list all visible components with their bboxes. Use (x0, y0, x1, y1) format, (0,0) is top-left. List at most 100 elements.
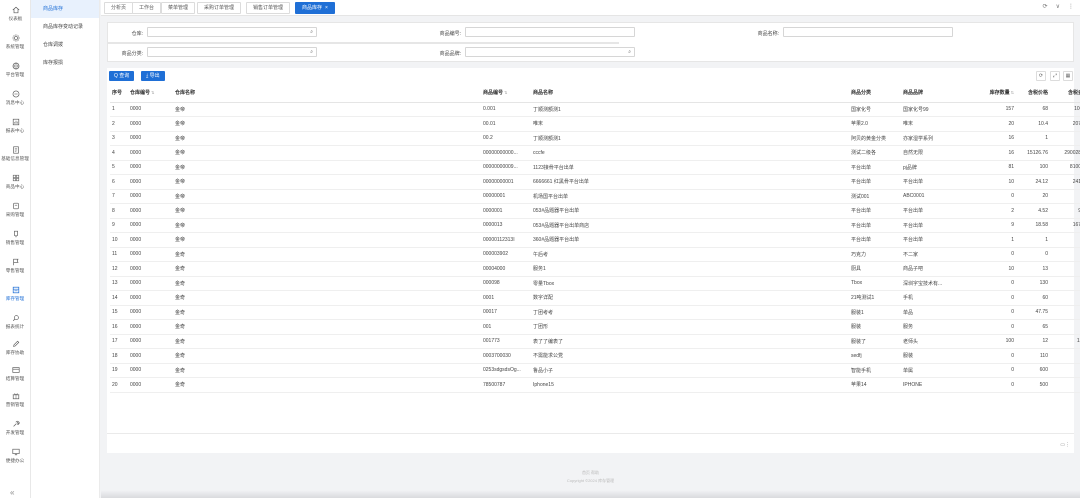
table-cell: 服务 (901, 319, 977, 335)
sort-icon[interactable]: ⇅ (1011, 90, 1014, 95)
table-row[interactable]: 10000金帝0.001丁顺测额测1国家化号国家化号991576810676 (110, 102, 1080, 117)
table-row[interactable]: 130000金奇000098零量TboxTbox深圳字宝技术有...01300 (110, 276, 1080, 291)
search-button[interactable]: Q 查询 (109, 71, 135, 81)
nav-item-system[interactable]: 系统管理 (0, 34, 31, 58)
goods-code-input[interactable] (465, 27, 635, 37)
sort-icon[interactable]: ⇅ (504, 90, 507, 95)
nav-item-retail[interactable]: 零售管理 (0, 258, 31, 282)
more-icon[interactable]: ⋮ (1068, 3, 1074, 10)
export-button[interactable]: ⤓ 导出 (141, 71, 165, 81)
submenu-item[interactable]: 仓库调拨 (31, 36, 99, 54)
nav-item-stock[interactable]: 库存管理 (0, 286, 31, 310)
table-row[interactable]: 110000金奇000003902午后考巧克力不二家000 (110, 247, 1080, 262)
table-row[interactable]: 140000金奇0001数字详配21吨测试1手机0600 (110, 290, 1080, 306)
category-input[interactable]: ⌕ (147, 47, 317, 57)
bag-icon (13, 230, 18, 238)
column-header[interactable]: 库存数量⇅ (977, 84, 1017, 103)
columns-icon[interactable]: ▦ (1063, 71, 1073, 81)
nav-item-goods[interactable]: 商品中心 (0, 174, 31, 198)
table-cell: 290028.16 (1051, 145, 1080, 161)
search-icon[interactable]: ⌕ (310, 49, 313, 55)
close-icon[interactable]: × (325, 5, 328, 11)
table-cell: 00.2 (481, 131, 531, 146)
nav-item-basedata[interactable]: 基础信息管理 (0, 146, 31, 170)
refresh-icon[interactable]: ⟳ (1043, 3, 1048, 10)
table-row[interactable]: 170000金奇001773表了了编表了服装了老师头100121200 (110, 334, 1080, 349)
table-cell: 20 (110, 377, 128, 393)
submenu-item[interactable]: 库存报损 (31, 54, 99, 72)
nav-item-report[interactable]: 报表统计 (0, 314, 31, 338)
brand-input[interactable]: ⌕ (465, 47, 635, 57)
table-cell: 金帝 (173, 131, 481, 146)
table-cell: 金奇 (173, 290, 481, 306)
nav-item-dataviz[interactable]: 报表中心 (0, 118, 31, 142)
footer-links[interactable]: 首页 帮助 (101, 470, 1080, 476)
table-row[interactable]: 80000金帝0000001053#品题器平台出单平台出单平台出单24.529.… (110, 203, 1080, 219)
submenu-item[interactable]: 商品库存变动记录 (31, 18, 99, 36)
table-row[interactable]: 5 0000 金帝 00000000009... 1123接骨平台出单 平台出单 pj品牌 8… (110, 160, 1080, 175)
nav-item-platform[interactable]: 平台管理 (0, 62, 31, 86)
column-header-label: 商品名称 (533, 90, 554, 97)
nav-item-sales[interactable]: 销售管理 (0, 230, 31, 254)
goods-name-input[interactable] (783, 27, 953, 37)
table-row[interactable]: 20000金帝00.01唯末苹果2.0唯末2010.4207.90 (110, 116, 1080, 132)
table-row[interactable]: 180000金奇0003700030不需能求公党sedfj服装01100 (110, 348, 1080, 364)
table-cell: 1 (1017, 131, 1051, 146)
table-row[interactable]: 10 0000 金帝 00000112313I 360#品题器平台出单 平台出单 平台出单 1… (110, 232, 1080, 248)
table-cell: 商品子吧 (901, 261, 977, 277)
nav-item-promo[interactable]: 营销管理 (0, 392, 31, 416)
table-cell: 14 (110, 290, 128, 306)
table-cell: 130 (1017, 276, 1051, 291)
nav-item-finance[interactable]: 库存协助 (0, 340, 31, 364)
table-cell: 130 (1051, 261, 1080, 277)
table-row[interactable]: 200000金奇78500787Iphone15苹果14IPHONE05000 (110, 377, 1080, 393)
tab-item[interactable]: 分析页 (104, 2, 134, 14)
table-cell: 金奇 (173, 363, 481, 378)
search-icon[interactable]: ⌕ (310, 29, 313, 35)
refresh-icon[interactable]: ⟳ (1036, 71, 1046, 81)
nav-item-settle[interactable]: 结算管理 (0, 366, 31, 390)
tab-item[interactable]: 销售订单管理 (246, 2, 291, 14)
table-cell: 单属 (901, 363, 977, 378)
nav-item-purchase[interactable]: 采购管理 (0, 202, 31, 226)
column-header[interactable]: 商品编号⇅ (481, 84, 531, 103)
chevron-down-icon[interactable]: ∨ (1056, 3, 1060, 10)
table-cell: 16 (1051, 131, 1080, 146)
table-row[interactable]: 6 0000 金帝 00000000001 6666661 红黑骨平台出单 平台出单 平台出… (110, 174, 1080, 190)
table-row[interactable]: 120000金奇00004000服务1厨具商品子吧1013130 (110, 261, 1080, 277)
table-cell: 10676 (1051, 102, 1080, 117)
table-row[interactable]: 150000金奇00017丁团考考服装1单品047.750 (110, 305, 1080, 320)
table-cell: 金帝 (173, 189, 481, 204)
warehouse-input[interactable]: ⌕ (147, 27, 317, 37)
card-icon (11, 367, 20, 373)
nav-item-message[interactable]: 消息中心 (0, 90, 31, 114)
nav-item-dashboard[interactable]: 仪表板 (0, 6, 31, 30)
nav-item-label: 便捷办公 (6, 458, 25, 464)
summary-icon[interactable]: ▭⋮ (1060, 442, 1070, 448)
nav-item-dev[interactable]: 开发管理 (0, 420, 31, 444)
table-cell: 0 (977, 305, 1017, 320)
search-icon[interactable]: ⌕ (628, 49, 631, 55)
column-header-label: 序号 (112, 90, 123, 97)
fullscreen-icon[interactable]: ⤢ (1050, 71, 1060, 81)
table-cell: 金奇 (173, 276, 481, 291)
table-cell: 2 (977, 203, 1017, 219)
nav-item-office[interactable]: 便捷办公 (0, 448, 31, 472)
table-cell: 0 (1051, 363, 1080, 378)
tab-item[interactable]: 菜单管理 (161, 2, 196, 14)
table-cell: 78500787 (481, 377, 531, 393)
tab-item[interactable]: 工作台 (132, 2, 162, 14)
submenu-item[interactable]: 商品库存 (31, 0, 99, 18)
table-row[interactable]: 70000金帝00000001机场国平台出单测试001ABC00010200 (110, 189, 1080, 204)
tab-item[interactable]: 商品库存 × (295, 2, 335, 14)
table-cell: 0 (1017, 247, 1051, 262)
column-header[interactable]: 仓库编号⇅ (128, 84, 173, 103)
table-row[interactable]: 160000金奇001丁团形服装服务0650 (110, 319, 1080, 335)
tab-item[interactable]: 采购订单管理 (197, 2, 242, 14)
sort-icon[interactable]: ⇅ (151, 90, 154, 95)
table-row[interactable]: 4 0000 金帝 00000000000... cccfe 测试二级各 自然无限 16 151… (110, 145, 1080, 161)
table-row[interactable]: 9 0000 金帝 0000013 053#品题器平台出单商店 平台出单 平台出单 9 18.5… (110, 218, 1080, 233)
collapse-menu-icon[interactable]: « (10, 488, 14, 497)
table-row[interactable]: 30000金帝00.2丁顺测额测1阿贝的黄金分类亦家湿学系列16116 (110, 131, 1080, 146)
table-row[interactable]: 190000金奇0253sdgsdsOg...鲁品小子智能手机单属06000 (110, 363, 1080, 378)
